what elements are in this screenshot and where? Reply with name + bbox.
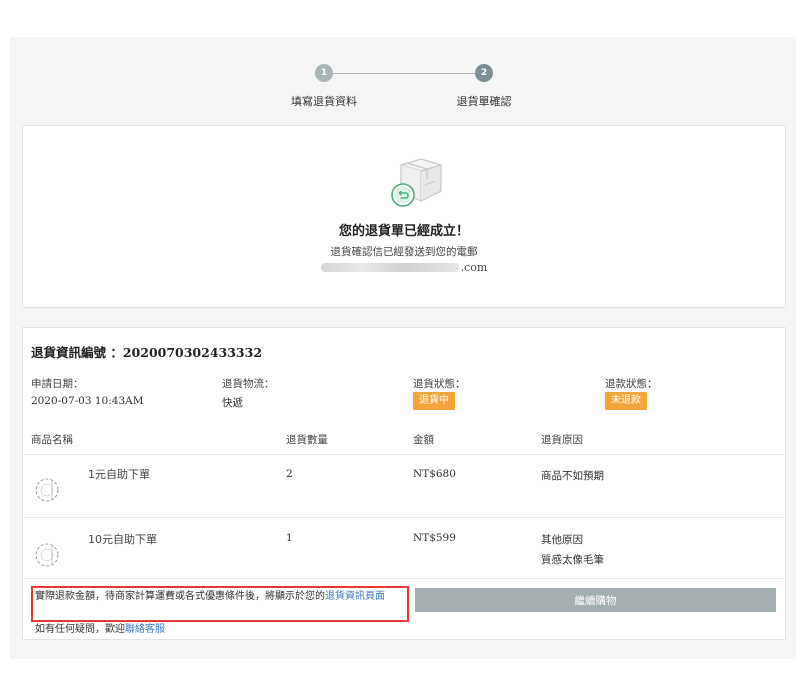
row-divider	[23, 517, 785, 518]
return-reason: 其他原因	[541, 534, 583, 546]
return-box-icon	[381, 153, 451, 213]
return-reason-detail: 質感太像毛筆	[541, 554, 604, 566]
success-subtitle: 退貨確認信已經發送到您的電郵	[330, 246, 478, 258]
product-thumbnail	[33, 476, 61, 504]
return-quantity: 1	[286, 532, 293, 544]
row-divider	[23, 578, 785, 579]
product-thumbnail	[33, 541, 61, 569]
success-card: 您的退貨單已經成立！ 退貨確認信已經發送到您的電郵 .com	[22, 125, 786, 308]
return-quantity: 2	[286, 468, 293, 480]
continue-shopping-button[interactable]: 繼續購物	[415, 588, 776, 612]
step-2-label: 退貨單確認	[456, 95, 512, 108]
success-title: 您的退貨單已經成立！	[338, 224, 469, 239]
refund-status-label: 退款狀態：	[605, 378, 658, 390]
logistics-value: 快遞	[222, 397, 243, 409]
step-1-indicator: 1	[315, 64, 333, 82]
column-header-quantity: 退貨數量	[286, 434, 328, 446]
help-text: 如有任何疑問，歡迎聯絡客服	[35, 620, 165, 635]
return-number-heading: 退貨資訊編號 ：2020070302433332	[31, 345, 263, 360]
product-name: 10元自助下單	[88, 533, 157, 546]
email-redacted	[320, 263, 459, 272]
apply-date-value: 2020-07-03 10:43AM	[31, 395, 144, 407]
refund-note-text: 實際退款金額，待商家計算運費或各式優惠條件後，將顯示於您的	[35, 591, 325, 602]
step-1-label: 填寫退貨資料	[291, 95, 357, 108]
column-header-product: 商品名稱	[31, 434, 73, 446]
refund-status-badge: 未退款	[605, 392, 647, 410]
stepper-connector	[323, 73, 483, 74]
logistics-label: 退貨物流：	[222, 378, 275, 390]
return-info-page-link[interactable]: 退貨資訊頁面	[325, 591, 385, 602]
product-name: 1元自助下單	[88, 468, 150, 481]
header-divider	[23, 454, 785, 455]
apply-date-label: 申請日期：	[31, 378, 84, 390]
return-confirmation-panel: 1 2 填寫退貨資料 退貨單確認 您的退貨單已經成立！ 退貨確認信已經發送到您的…	[10, 37, 796, 659]
return-status-label: 退貨狀態：	[413, 378, 466, 390]
help-text-prefix: 如有任何疑問，歡迎	[35, 624, 125, 635]
contact-support-link[interactable]: 聯絡客服	[125, 624, 165, 635]
email-suffix: .com	[460, 261, 488, 274]
column-header-reason: 退貨原因	[541, 434, 583, 446]
step-2-indicator: 2	[475, 64, 493, 82]
return-amount: NT$599	[413, 532, 456, 544]
return-info-card: 退貨資訊編號 ：2020070302433332 申請日期： 2020-07-0…	[22, 327, 786, 640]
email-address: .com	[23, 261, 785, 274]
stepper: 1 2 填寫退貨資料 退貨單確認	[10, 37, 796, 127]
return-status-badge: 退貨中	[413, 392, 455, 410]
return-reason: 商品不如預期	[541, 470, 604, 482]
column-header-amount: 金額	[413, 434, 434, 446]
refund-note: 實際退款金額，待商家計算運費或各式優惠條件後，將顯示於您的退貨資訊頁面	[35, 590, 405, 603]
return-amount: NT$680	[413, 468, 456, 480]
